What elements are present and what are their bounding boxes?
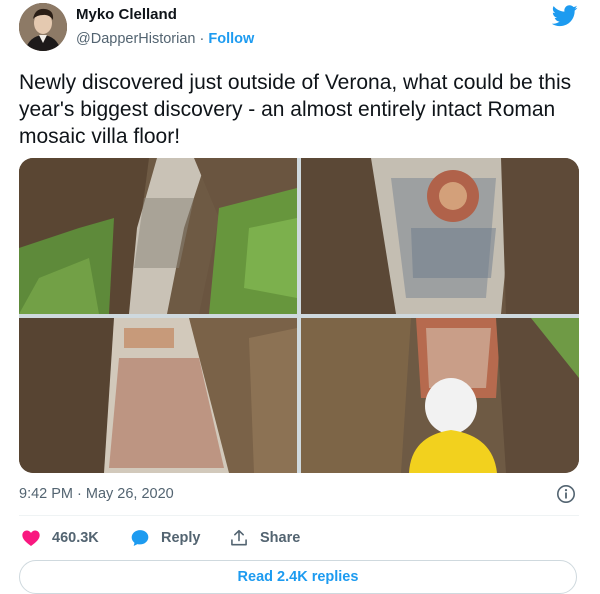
- reply-bubble-icon: [131, 530, 149, 546]
- photo-2[interactable]: [301, 158, 579, 314]
- tweet-timestamp[interactable]: 9:42 PM · May 26, 2020: [19, 486, 174, 502]
- like-count: 460.3K: [52, 530, 99, 546]
- follow-button[interactable]: Follow: [208, 31, 254, 47]
- photo-4[interactable]: [301, 318, 579, 473]
- heart-icon: [22, 530, 40, 546]
- share-label: Share: [260, 530, 301, 546]
- author-name[interactable]: Myko Clelland: [76, 6, 177, 23]
- info-icon[interactable]: [556, 484, 576, 504]
- author-handle[interactable]: @DapperHistorian: [76, 31, 196, 47]
- share-button[interactable]: Share: [229, 528, 300, 548]
- share-icon: [231, 529, 247, 546]
- tweet-card: Myko Clelland @DapperHistorian · Follow …: [0, 0, 600, 594]
- tweet-text: Newly discovered just outside of Verona,…: [19, 71, 572, 148]
- reply-label: Reply: [161, 530, 201, 546]
- avatar[interactable]: [19, 3, 67, 51]
- photo-grid: [19, 158, 579, 473]
- author-handle-row: @DapperHistorian · Follow: [76, 31, 254, 47]
- divider: [19, 515, 579, 516]
- photo-3[interactable]: [19, 318, 297, 473]
- like-button[interactable]: 460.3K: [21, 528, 99, 548]
- handle-separator: ·: [195, 31, 209, 47]
- twitter-bird-icon[interactable]: [552, 5, 578, 27]
- reply-button[interactable]: Reply: [130, 528, 201, 548]
- photo-1[interactable]: [19, 158, 297, 314]
- read-replies-button[interactable]: Read 2.4K replies: [19, 560, 577, 594]
